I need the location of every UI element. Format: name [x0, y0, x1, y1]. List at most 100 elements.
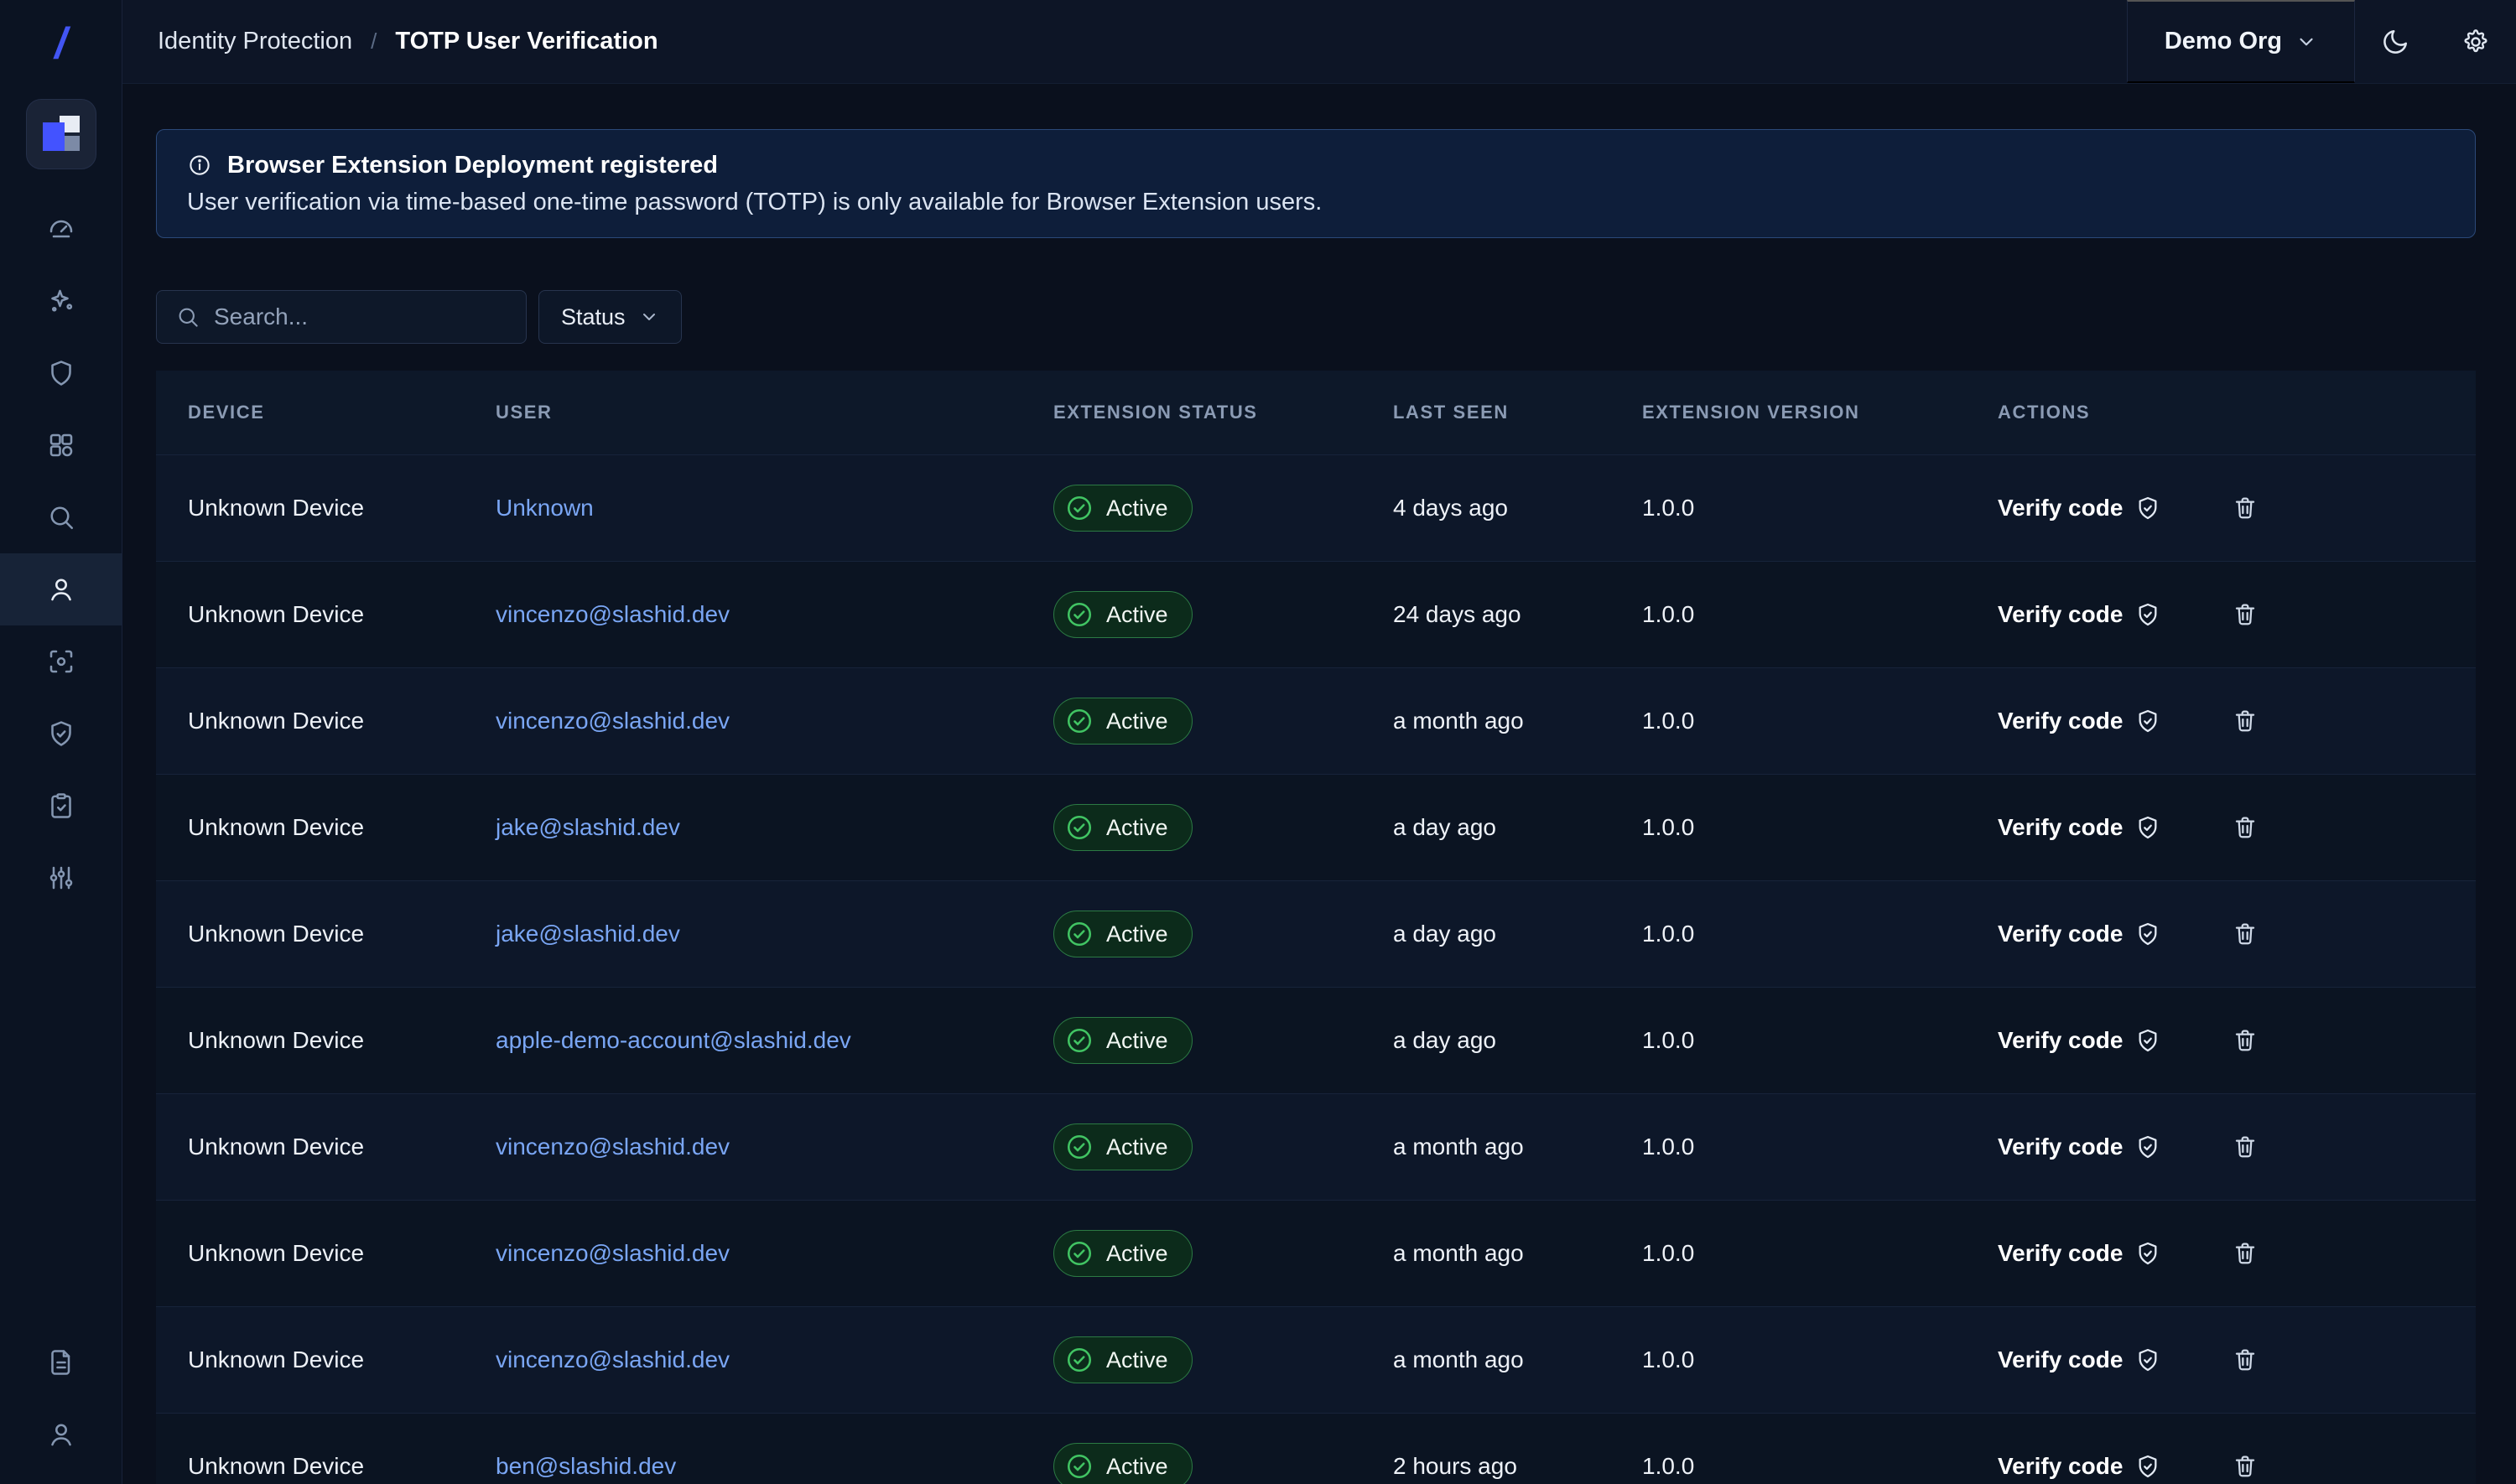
sidebar-item-docs[interactable] — [0, 1326, 122, 1398]
shield-check-icon — [2134, 708, 2161, 734]
info-icon — [187, 153, 212, 178]
shield-check-icon — [2134, 814, 2161, 841]
status-label: Active — [1106, 496, 1168, 521]
user-link[interactable]: vincenzo@slashid.dev — [496, 1346, 730, 1372]
verify-code-button[interactable]: Verify code — [1998, 495, 2161, 521]
settings-button[interactable] — [2435, 0, 2516, 83]
delete-button[interactable] — [2232, 1027, 2259, 1054]
verify-code-button[interactable]: Verify code — [1998, 601, 2161, 628]
sidebar-item-account[interactable] — [0, 1398, 122, 1471]
delete-button[interactable] — [2232, 1453, 2259, 1480]
table-row: Unknown Device Unknown Active 4 days ago… — [156, 455, 2476, 562]
verify-code-button[interactable]: Verify code — [1998, 921, 2161, 947]
sidebar-item-dashboard[interactable] — [0, 193, 122, 265]
verify-code-button[interactable]: Verify code — [1998, 708, 2161, 734]
breadcrumb-parent[interactable]: Identity Protection — [158, 28, 352, 55]
user-link[interactable]: vincenzo@slashid.dev — [496, 1240, 730, 1266]
trash-icon — [2232, 1453, 2259, 1480]
delete-button[interactable] — [2232, 601, 2259, 628]
user-link[interactable]: jake@slashid.dev — [496, 814, 680, 840]
version-cell: 1.0.0 — [1610, 921, 1966, 947]
trash-icon — [2232, 601, 2259, 628]
table-row: Unknown Device jake@slashid.dev Active a… — [156, 881, 2476, 988]
sidebar-item-activity[interactable] — [0, 265, 122, 337]
status-label: Active — [1106, 921, 1168, 947]
user-link[interactable]: vincenzo@slashid.dev — [496, 1134, 730, 1160]
version-cell: 1.0.0 — [1610, 814, 1966, 841]
version-cell: 1.0.0 — [1610, 1027, 1966, 1054]
status-filter-button[interactable]: Status — [538, 290, 682, 344]
trash-icon — [2232, 495, 2259, 521]
verify-code-button[interactable]: Verify code — [1998, 1027, 2161, 1054]
table-row: Unknown Device vincenzo@slashid.dev Acti… — [156, 1307, 2476, 1414]
shield-check-icon — [46, 719, 76, 749]
sliders-icon — [46, 863, 76, 893]
version-cell: 1.0.0 — [1610, 1453, 1966, 1480]
user-link[interactable]: vincenzo@slashid.dev — [496, 601, 730, 627]
verify-code-button[interactable]: Verify code — [1998, 814, 2161, 841]
verify-code-label: Verify code — [1998, 921, 2123, 947]
sidebar-item-protection[interactable] — [0, 337, 122, 409]
table-header: Device User Extension status Last seen E… — [156, 371, 2476, 455]
delete-button[interactable] — [2232, 814, 2259, 841]
verify-code-button[interactable]: Verify code — [1998, 1346, 2161, 1373]
scan-icon — [46, 646, 76, 677]
sidebar-item-settings[interactable] — [0, 842, 122, 914]
status-label: Active — [1106, 1454, 1168, 1480]
topbar-actions: Demo Org — [2127, 0, 2516, 83]
version-cell: 1.0.0 — [1610, 1240, 1966, 1267]
theme-toggle-button[interactable] — [2355, 0, 2435, 83]
user-link[interactable]: jake@slashid.dev — [496, 921, 680, 947]
status-badge: Active — [1053, 698, 1193, 745]
status-label: Active — [1106, 602, 1168, 628]
sidebar-item-modules[interactable] — [0, 409, 122, 481]
delete-button[interactable] — [2232, 495, 2259, 521]
verify-code-button[interactable]: Verify code — [1998, 1240, 2161, 1267]
last-seen-cell: 2 hours ago — [1361, 1453, 1610, 1480]
table-row: Unknown Device jake@slashid.dev Active a… — [156, 775, 2476, 881]
trash-icon — [2232, 708, 2259, 734]
app-switcher-button[interactable] — [26, 99, 96, 169]
check-circle-icon — [1064, 1451, 1094, 1481]
user-link[interactable]: ben@slashid.dev — [496, 1453, 676, 1479]
delete-button[interactable] — [2232, 708, 2259, 734]
sidebar-item-verification[interactable] — [0, 698, 122, 770]
users-icon — [46, 574, 76, 604]
banner-body: User verification via time-based one-tim… — [187, 184, 2445, 221]
user-link[interactable]: apple-demo-account@slashid.dev — [496, 1027, 851, 1053]
org-selector-button[interactable]: Demo Org — [2127, 0, 2355, 83]
check-circle-icon — [1064, 706, 1094, 736]
table-row: Unknown Device vincenzo@slashid.dev Acti… — [156, 562, 2476, 668]
delete-button[interactable] — [2232, 1346, 2259, 1373]
trash-icon — [2232, 1346, 2259, 1373]
check-circle-icon — [1064, 1238, 1094, 1269]
check-circle-icon — [1064, 1132, 1094, 1162]
sidebar-item-users[interactable] — [0, 553, 122, 625]
verify-code-button[interactable]: Verify code — [1998, 1134, 2161, 1160]
device-cell: Unknown Device — [156, 814, 464, 841]
table-row: Unknown Device apple-demo-account@slashi… — [156, 988, 2476, 1094]
version-cell: 1.0.0 — [1610, 708, 1966, 734]
sidebar-item-tasks[interactable] — [0, 770, 122, 842]
delete-button[interactable] — [2232, 1240, 2259, 1267]
verify-code-button[interactable]: Verify code — [1998, 1453, 2161, 1480]
sidebar-item-search[interactable] — [0, 481, 122, 553]
device-cell: Unknown Device — [156, 1027, 464, 1054]
delete-button[interactable] — [2232, 1134, 2259, 1160]
check-circle-icon — [1064, 1345, 1094, 1375]
table-row: Unknown Device ben@slashid.dev Active 2 … — [156, 1414, 2476, 1484]
user-link[interactable]: vincenzo@slashid.dev — [496, 708, 730, 734]
sidebar: / — [0, 0, 122, 1484]
status-label: Active — [1106, 708, 1168, 734]
last-seen-cell: a month ago — [1361, 1134, 1610, 1160]
verify-code-label: Verify code — [1998, 1453, 2123, 1480]
sidebar-item-monitoring[interactable] — [0, 625, 122, 698]
verify-code-label: Verify code — [1998, 1346, 2123, 1373]
device-cell: Unknown Device — [156, 495, 464, 521]
user-link[interactable]: Unknown — [496, 495, 594, 521]
search-input[interactable] — [214, 304, 507, 330]
check-circle-icon — [1064, 812, 1094, 843]
verify-code-label: Verify code — [1998, 1027, 2123, 1054]
last-seen-cell: 24 days ago — [1361, 601, 1610, 628]
delete-button[interactable] — [2232, 921, 2259, 947]
